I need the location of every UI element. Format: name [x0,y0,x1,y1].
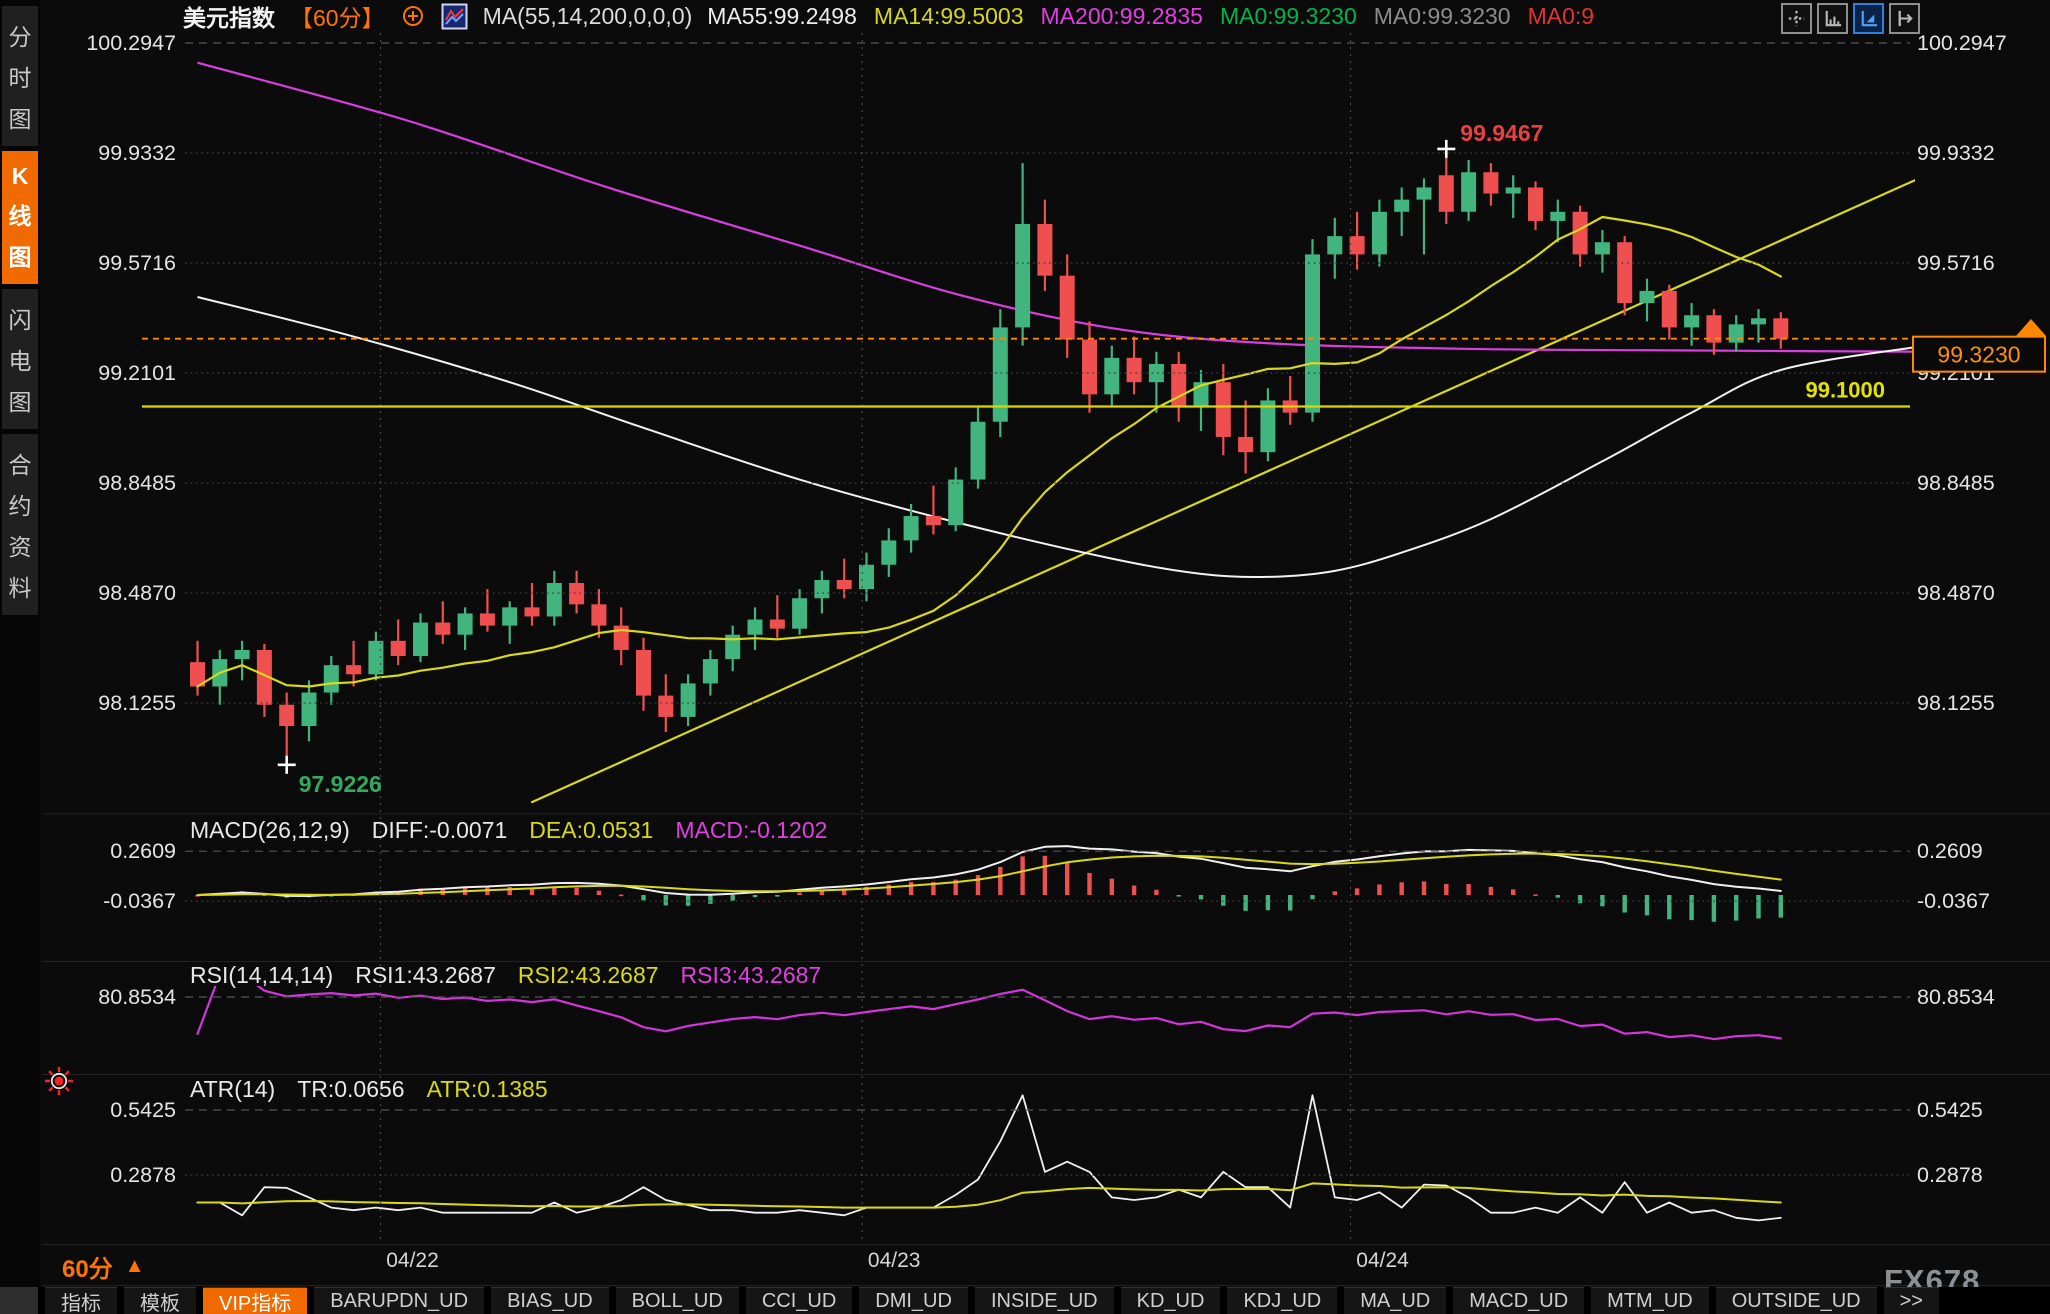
svg-text:0.2609: 0.2609 [110,839,176,863]
indicator-tab-mtm_ud[interactable]: MTM_UD [1591,1287,1709,1314]
symbol-title: 美元指数 [183,0,275,33]
svg-text:-0.0367: -0.0367 [1917,889,1990,913]
atr-pane-header: ATR(14) TR:0.0656 ATR:0.1385 [190,1076,548,1103]
svg-text:100.2947: 100.2947 [1917,31,2007,55]
svg-text:97.9226: 97.9226 [299,771,382,797]
tabbar-corner [0,1287,38,1314]
svg-text:-0.0367: -0.0367 [103,889,176,913]
ma-legend-value-0: MA55:99.2498 [707,3,857,30]
chart-header: 美元指数 【60分】 MA(55,14,200,0,0,0) MA55:99.2… [183,0,1594,32]
macd-diff-value: DIFF:-0.0071 [372,817,508,844]
svg-text:0.2609: 0.2609 [1917,839,1983,863]
svg-text:0.2878: 0.2878 [110,1163,176,1187]
macd-pane-header: MACD(26,12,9) DIFF:-0.0071 DEA:0.0531 MA… [190,817,827,844]
svg-text:98.1255: 98.1255 [98,691,176,715]
indicator-tab-[interactable]: 指标 [45,1287,117,1314]
indicator-tab-[interactable]: 模板 [124,1287,196,1314]
svg-text:04/24: 04/24 [1356,1249,1409,1272]
indicator-tab-macd_ud[interactable]: MACD_UD [1453,1287,1584,1314]
svg-text:99.1000: 99.1000 [1805,378,1885,403]
macd-dea-value: DEA:0.0531 [529,817,653,844]
svg-text:99.9467: 99.9467 [1460,120,1543,146]
indicator-tab-inside_ud[interactable]: INSIDE_UD [975,1287,1114,1314]
svg-text:98.4870: 98.4870 [1917,581,1995,605]
rsi3-value: RSI3:43.2687 [681,962,822,989]
svg-text:99.9332: 99.9332 [98,141,176,165]
alert-beacon-icon[interactable] [44,1066,74,1101]
add-compare-icon[interactable] [400,3,426,29]
indicator-tab-vip[interactable]: VIP指标 [203,1287,307,1314]
indicator-tab-ma_ud[interactable]: MA_UD [1344,1287,1446,1314]
macd-hist-value: MACD:-0.1202 [675,817,827,844]
indicator-tab-kd_ud[interactable]: KD_UD [1121,1287,1221,1314]
svg-text:0.2878: 0.2878 [1917,1163,1983,1187]
indicator-tab-boll_ud[interactable]: BOLL_UD [616,1287,739,1314]
svg-text:0.5425: 0.5425 [110,1098,176,1122]
svg-text:80.8534: 80.8534 [1917,985,1995,1009]
axis-shift-icon[interactable] [1889,3,1920,34]
axis-auto-fit-icon[interactable] [1853,3,1884,34]
svg-text:99.5716: 99.5716 [98,251,176,275]
svg-text:98.1255: 98.1255 [1917,691,1995,715]
rsi-params: RSI(14,14,14) [190,962,333,989]
rsi1-value: RSI1:43.2687 [355,962,496,989]
svg-text:98.4870: 98.4870 [98,581,176,605]
indicator-tab-barupdn_ud[interactable]: BARUPDN_UD [314,1287,484,1314]
atr-tr-value: TR:0.0656 [297,1076,404,1103]
rsi-pane-header: RSI(14,14,14) RSI1:43.2687 RSI2:43.2687 … [190,962,821,989]
indicator-tab-dmi_ud[interactable]: DMI_UD [859,1287,968,1314]
ma-legend-value-4: MA0:99.3230 [1374,3,1511,30]
svg-text:04/23: 04/23 [868,1249,921,1272]
atr-params: ATR(14) [190,1076,275,1103]
pan-crosshair-icon[interactable] [1781,3,1812,34]
svg-text:80.8534: 80.8534 [98,985,176,1009]
trading-app-window: 分时图K线图闪电图合约资料 美元指数 【60分】 MA(55,14,200,0,… [0,0,2050,1314]
axis-toolbar [1781,3,1920,34]
timeframe-label: 60分 [62,1249,113,1284]
svg-text:98.8485: 98.8485 [98,471,176,495]
svg-text:99.2101: 99.2101 [98,361,176,385]
svg-text:98.8485: 98.8485 [1917,471,1995,495]
timeframe-selector[interactable]: 60分 ▲ [62,1249,145,1284]
period-label: 【60分】 [290,0,385,33]
ma-settings-label: MA(55,14,200,0,0,0) [483,3,693,30]
svg-text:99.3230: 99.3230 [1937,342,2020,368]
indicator-tabbar: 指标模板 VIP指标 BARUPDN_UD BIAS_UD BOLL_UD CCI_UD D… [0,1287,2050,1314]
indicator-tab-[interactable]: >> [1884,1287,1939,1314]
triangle-up-icon: ▲ [125,1255,145,1278]
macd-params: MACD(26,12,9) [190,817,350,844]
svg-text:100.2947: 100.2947 [86,31,176,55]
svg-text:99.9332: 99.9332 [1917,141,1995,165]
svg-text:99.5716: 99.5716 [1917,251,1995,275]
chart-canvas[interactable]: 100.2947 100.2947 99.9332 99.9332 99.5716 99.… [0,0,2050,1314]
ma-legend-value-2: MA200:99.2835 [1041,3,1203,30]
indicator-tab-kdj_ud[interactable]: KDJ_UD [1227,1287,1337,1314]
indicator-tab-bias_ud[interactable]: BIAS_UD [491,1287,609,1314]
atr-value: ATR:0.1385 [427,1076,548,1103]
indicator-tab-outside_ud[interactable]: OUTSIDE_UD [1716,1287,1877,1314]
ma-legend-value-3: MA0:99.3230 [1220,3,1357,30]
axis-scale-icon[interactable] [1817,3,1848,34]
indicator-tab-cci_ud[interactable]: CCI_UD [746,1287,852,1314]
ma-legend-value-1: MA14:99.5003 [874,3,1024,30]
ma-legend: MA55:99.2498 MA14:99.5003 MA200:99.2835 MA0… [707,3,1594,30]
candlestick-mini-icon[interactable] [441,3,468,30]
rsi2-value: RSI2:43.2687 [518,962,659,989]
svg-text:04/22: 04/22 [386,1249,439,1272]
svg-text:0.5425: 0.5425 [1917,1098,1983,1122]
ma-legend-value-5: MA0:9 [1528,3,1594,30]
